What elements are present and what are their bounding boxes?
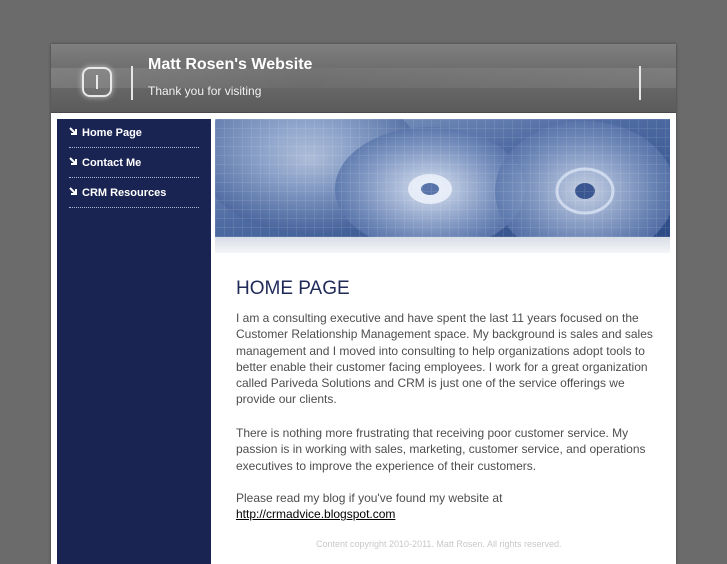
arrow-down-right-icon bbox=[69, 157, 77, 165]
arrow-down-right-icon bbox=[69, 187, 77, 195]
footer-copyright: Content copyright 2010-2011. Matt Rosen.… bbox=[316, 539, 562, 549]
blog-paragraph: Please read my blog if you've found my w… bbox=[236, 491, 503, 505]
nav-item-crm-resources[interactable]: CRM Resources bbox=[69, 179, 199, 208]
nav-item-label: Home Page bbox=[82, 127, 142, 139]
header-highlight bbox=[51, 68, 676, 88]
passion-paragraph: There is nothing more frustrating that r… bbox=[236, 426, 646, 473]
cd-disc-graphic bbox=[215, 119, 670, 237]
header-divider-left bbox=[131, 66, 133, 100]
sidebar-nav: Home Page Contact Me CRM Resources bbox=[57, 119, 211, 564]
nav-item-label: CRM Resources bbox=[82, 187, 167, 199]
nav-item-contact-me[interactable]: Contact Me bbox=[69, 149, 199, 178]
page-container: Matt Rosen's Website Thank you for visit… bbox=[51, 44, 676, 564]
nav-item-label: Contact Me bbox=[82, 157, 142, 169]
arrow-down-right-icon bbox=[69, 127, 77, 135]
intro-paragraph: I am a consulting executive and have spe… bbox=[236, 311, 653, 407]
nav-item-home-page[interactable]: Home Page bbox=[69, 119, 199, 148]
header-divider-right bbox=[639, 66, 641, 100]
site-tagline: Thank you for visiting bbox=[148, 84, 262, 98]
site-logo-icon bbox=[82, 67, 112, 97]
site-title: Matt Rosen's Website bbox=[148, 56, 313, 73]
site-header: Matt Rosen's Website Thank you for visit… bbox=[51, 44, 676, 113]
logo-bar bbox=[96, 75, 98, 89]
header-banner-image bbox=[215, 119, 670, 237]
banner-shadow bbox=[215, 237, 670, 253]
blog-link[interactable]: http://crmadvice.blogspot.com bbox=[236, 507, 395, 521]
page-title: HOME PAGE bbox=[236, 278, 350, 299]
